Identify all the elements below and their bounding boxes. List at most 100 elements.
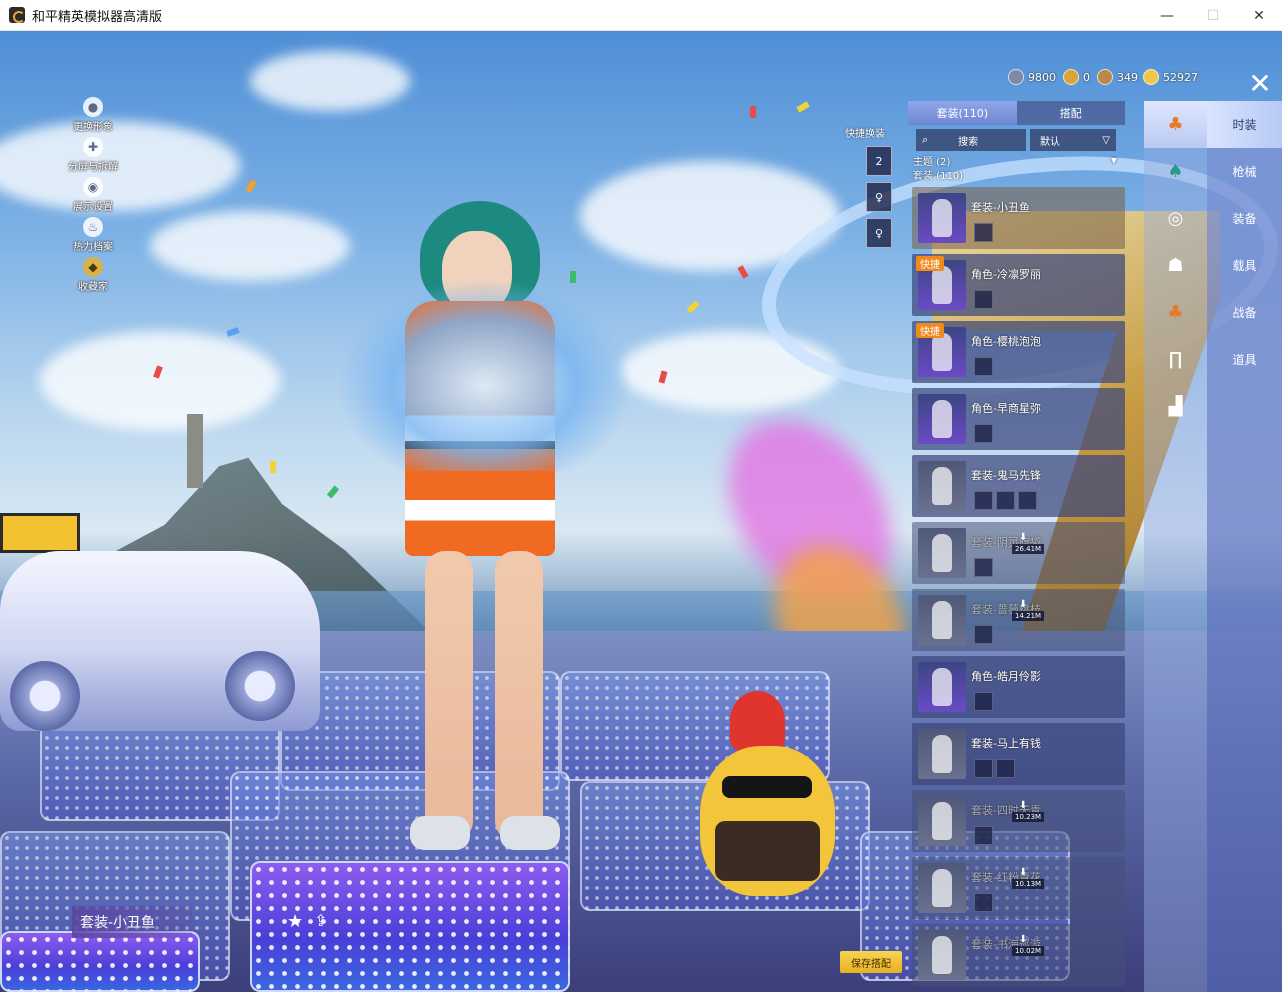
figure-icon <box>932 467 952 505</box>
list-item[interactable]: 快捷 角色-冷凛罗丽 <box>912 254 1125 316</box>
side-item-label: 展示设置 <box>73 202 113 213</box>
category-column: 时装 枪械 装备 载具 战备 道具 <box>1207 101 1282 992</box>
sub-item-top[interactable]: ♣ <box>1144 289 1207 336</box>
quick-badge: 快捷 <box>916 256 944 271</box>
quick-swap-slot[interactable]: ♀ <box>866 182 892 212</box>
side-item-split-screen[interactable]: ✚ 分屏与拆解 <box>58 137 128 173</box>
list-item[interactable]: 套装-马上有钱 <box>912 723 1125 785</box>
car-wheel <box>10 661 80 731</box>
category-equipment[interactable]: 装备 <box>1207 195 1282 242</box>
sub-item-pants[interactable]: ∏ <box>1144 336 1207 383</box>
category-items[interactable]: 道具 <box>1207 336 1282 383</box>
window-close-button[interactable]: ✕ <box>1236 0 1282 31</box>
list-item[interactable]: 套装-鬼马先锋 <box>912 455 1125 517</box>
list-item[interactable]: 套装-四时天青 ⬇ 10.23M <box>912 790 1125 852</box>
category-battle-prep[interactable]: 战备 <box>1207 289 1282 336</box>
sub-item-glasses[interactable]: ◎ <box>1144 195 1207 242</box>
item-thumbnail <box>918 930 966 980</box>
side-item-collector[interactable]: ◆ 收藏家 <box>58 257 128 293</box>
side-item-heat-profile[interactable]: ♨ 热力档案 <box>58 217 128 253</box>
list-item[interactable]: 套装-红粉青花 ⬇ 10.13M <box>912 857 1125 919</box>
download-icon[interactable]: ⬇ <box>1019 867 1027 878</box>
quick-swap: 快捷换装 2 ♀ ♀ <box>845 125 905 248</box>
item-part-icon <box>996 491 1015 510</box>
item-part-icon <box>974 491 993 510</box>
panel-tabs: 套装(110) 搭配 <box>908 101 1125 125</box>
person-icon: ● <box>83 97 103 117</box>
search-input[interactable]: ⌕ 搜索 <box>916 129 1026 151</box>
minimize-button[interactable]: — <box>1144 0 1190 31</box>
sort-dropdown[interactable]: 默认 ▽ <box>1030 129 1116 151</box>
quick-swap-slot[interactable]: 2 <box>866 146 892 176</box>
category-weapons[interactable]: 枪械 <box>1207 148 1282 195</box>
figure-icon <box>932 601 952 639</box>
chevron-down-icon: ▽ <box>1102 134 1110 146</box>
tab-match[interactable]: 搭配 <box>1016 101 1125 125</box>
item-name: 套装-马上有钱 <box>971 737 1041 750</box>
sub-item-outfit[interactable]: ♣ <box>1144 101 1207 148</box>
item-thumbnail <box>918 528 966 578</box>
game-viewport[interactable]: ● 更换形象 ✚ 分屏与拆解 ◉ 展示设置 ♨ 热力档案 ◆ 收藏家 9800 … <box>0 31 1282 992</box>
character-shoe <box>410 816 470 850</box>
item-name: 套装-鬼马先锋 <box>971 469 1041 482</box>
quick-swap-slot[interactable]: ♀ <box>866 218 892 248</box>
list-item[interactable]: 快捷 角色-樱桃泡泡 <box>912 321 1125 383</box>
item-part-icon <box>974 893 993 912</box>
bronze-coin-icon <box>1097 69 1113 85</box>
group-suits[interactable]: 套装 (110) <box>913 165 1125 183</box>
list-item[interactable]: 套装-小丑鱼 <box>912 187 1125 249</box>
item-thumbnail <box>918 394 966 444</box>
currency-token[interactable]: 0 <box>1063 69 1090 85</box>
confetti <box>750 106 756 118</box>
star-icon[interactable]: ★ <box>287 911 303 932</box>
side-item-label: 分屏与拆解 <box>68 162 118 173</box>
item-part-icon <box>974 759 993 778</box>
item-thumbnail <box>918 729 966 779</box>
download-icon[interactable]: ⬇ <box>1019 599 1027 610</box>
item-part-icon <box>974 223 993 242</box>
sub-item-hat[interactable]: ♠ <box>1144 148 1207 195</box>
currency-gold[interactable]: 52927 <box>1143 69 1198 85</box>
share-icon[interactable]: ⇪ <box>314 911 327 930</box>
side-item-change-avatar[interactable]: ● 更换形象 <box>58 97 128 133</box>
hat-icon: ♠ <box>1167 161 1184 182</box>
shoes-icon: ▟ <box>1168 396 1183 417</box>
sub-item-shoes[interactable]: ▟ <box>1144 383 1207 430</box>
download-icon[interactable]: ⬇ <box>1019 532 1027 543</box>
chicken-sunglasses <box>722 776 812 798</box>
download-size: 14.21M <box>1012 611 1045 621</box>
list-item[interactable]: 角色-早商星弥 <box>912 388 1125 450</box>
download-icon[interactable]: ⬇ <box>1019 800 1027 811</box>
item-name: 套装-小丑鱼 <box>971 201 1030 214</box>
maximize-button[interactable]: ☐ <box>1190 0 1236 31</box>
category-vehicles[interactable]: 载具 <box>1207 242 1282 289</box>
window-controls: — ☐ ✕ <box>1144 0 1282 31</box>
category-fashion[interactable]: 时装 <box>1207 101 1282 148</box>
list-item[interactable]: 角色-皓月伶影 <box>912 656 1125 718</box>
list-item[interactable]: 套装-蔷薇桃枝 ⬇ 14.21M <box>912 589 1125 651</box>
side-item-label: 收藏家 <box>78 282 108 293</box>
confetti <box>270 461 276 473</box>
side-item-display-settings[interactable]: ◉ 展示设置 <box>58 177 128 213</box>
currency-bronze[interactable]: 349 <box>1097 69 1138 85</box>
close-icon[interactable]: ✕ <box>1244 67 1276 100</box>
download-size: 10.02M <box>1012 946 1045 956</box>
item-thumbnail <box>918 662 966 712</box>
save-outfit-button[interactable]: 保存搭配 <box>840 951 902 973</box>
cloud <box>150 211 350 281</box>
currency-value: 9800 <box>1028 70 1056 84</box>
figure-icon <box>932 266 952 304</box>
confetti <box>570 271 576 283</box>
tab-suits[interactable]: 套装(110) <box>908 101 1017 125</box>
download-icon[interactable]: ⬇ <box>1019 934 1027 945</box>
figure-icon <box>932 802 952 840</box>
figure-icon: ♀ <box>874 190 884 204</box>
vehicle <box>0 551 320 731</box>
list-item[interactable]: 套装-书海巡游 ⬇ 10.02M <box>912 924 1125 986</box>
currency-silver[interactable]: 9800 <box>1008 69 1056 85</box>
list-item[interactable]: 套装-阴灵旗袋 ⬇ 26.41M <box>912 522 1125 584</box>
sub-item-mask[interactable]: ☗ <box>1144 242 1207 289</box>
search-row: ⌕ 搜索 默认 ▽ <box>908 129 1125 151</box>
chicken-pet[interactable] <box>700 691 835 901</box>
figure-icon: ♀ <box>874 226 884 240</box>
